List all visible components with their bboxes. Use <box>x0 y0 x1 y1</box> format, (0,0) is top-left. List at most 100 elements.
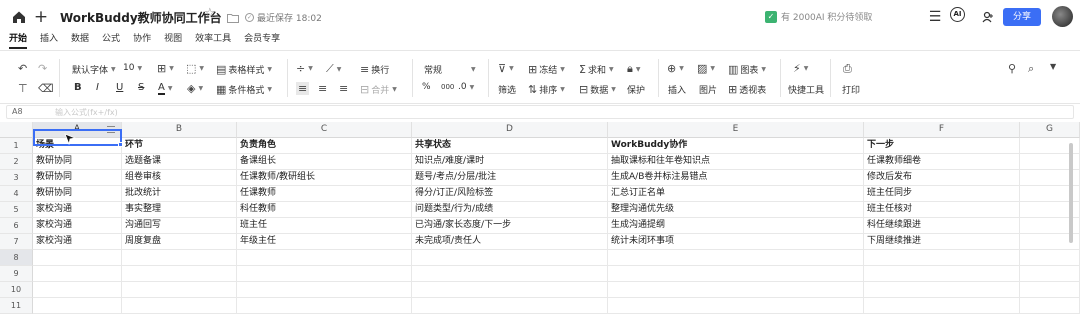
filter-label[interactable]: 筛选 <box>498 83 516 96</box>
table-cell[interactable]: 问题类型/行为/成绩 <box>412 202 608 218</box>
table-cell[interactable]: 修改后发布 <box>864 170 1020 186</box>
insert-plus-icon[interactable]: ⊕ ▼ <box>667 62 684 75</box>
align-vertical-icon[interactable]: ÷ ▼ <box>296 62 313 75</box>
ai-credits-promo[interactable]: ✓ 有 2000AI 积分待领取 <box>765 10 872 23</box>
thousands-separator-button[interactable]: 000 <box>441 83 454 91</box>
underline-button[interactable]: U <box>116 82 123 93</box>
table-cell[interactable]: 未完成项/责任人 <box>412 234 608 250</box>
italic-button[interactable]: I <box>96 82 99 93</box>
formula-input[interactable]: 输入公式(fx+/fx) <box>55 107 118 118</box>
column-header-f[interactable]: F <box>864 122 1020 138</box>
table-cell[interactable] <box>1020 298 1080 314</box>
row-header[interactable]: 9 <box>0 266 33 282</box>
row-header[interactable]: 4 <box>0 186 33 202</box>
table-cell[interactable]: 班主任 <box>237 218 412 234</box>
clear-format-icon[interactable]: ⌫ <box>38 82 54 95</box>
tab-insert[interactable]: 插入 <box>40 33 58 50</box>
table-cell[interactable]: 批改统计 <box>122 186 237 202</box>
tab-member[interactable]: 会员专享 <box>244 33 280 50</box>
table-cell[interactable] <box>122 298 237 314</box>
align-left-icon[interactable]: ≡ <box>296 82 310 95</box>
folder-icon[interactable] <box>222 7 244 29</box>
row-header[interactable]: 2 <box>0 154 33 170</box>
row-header[interactable]: 7 <box>0 234 33 250</box>
table-cell[interactable] <box>33 250 122 266</box>
table-cell[interactable]: 汇总订正名单 <box>608 186 864 202</box>
selected-cell-a8[interactable] <box>33 129 122 146</box>
table-cell[interactable]: 任课教师细卷 <box>864 154 1020 170</box>
conditional-format-button[interactable]: ▦ 条件格式 ▼ <box>216 83 272 96</box>
print-label[interactable]: 打印 <box>842 83 860 96</box>
table-cell[interactable]: 家校沟通 <box>33 234 122 250</box>
table-cell[interactable]: 科任继续跟进 <box>864 218 1020 234</box>
tab-efficiency-tools[interactable]: 效率工具 <box>195 33 231 50</box>
quick-tools-icon[interactable]: ⚡ ▼ <box>793 62 808 75</box>
borders-icon[interactable]: ⊞ ▼ <box>157 62 174 75</box>
table-cell[interactable]: 生成沟通提纲 <box>608 218 864 234</box>
header-cell[interactable]: 共享状态 <box>412 138 608 154</box>
star-icon[interactable]: ☆ <box>204 6 216 21</box>
row-header[interactable]: 11 <box>0 298 33 314</box>
tab-view[interactable]: 视图 <box>164 33 182 50</box>
table-cell[interactable]: 班主任同步 <box>864 186 1020 202</box>
table-cell[interactable] <box>1020 282 1080 298</box>
table-cell[interactable] <box>1020 266 1080 282</box>
table-cell[interactable] <box>864 250 1020 266</box>
column-header-b[interactable]: B <box>122 122 237 138</box>
tab-formula[interactable]: 公式 <box>102 33 120 50</box>
tab-data[interactable]: 数据 <box>71 33 89 50</box>
strikethrough-button[interactable]: S <box>138 82 144 93</box>
wrap-text-button[interactable]: ≡ 换行 <box>360 63 389 76</box>
table-cell[interactable] <box>237 250 412 266</box>
ai-assistant-icon[interactable]: AI <box>950 7 965 22</box>
table-cell[interactable]: 题号/考点/分层/批注 <box>412 170 608 186</box>
table-cell[interactable]: 班主任核对 <box>864 202 1020 218</box>
table-cell[interactable]: 已沟通/家长态度/下一步 <box>412 218 608 234</box>
collapse-ribbon-icon[interactable]: ▼ <box>1050 62 1056 71</box>
print-icon[interactable]: ⎙ <box>843 62 852 76</box>
table-cell[interactable] <box>864 266 1020 282</box>
select-all-corner[interactable] <box>0 122 33 138</box>
data-button[interactable]: ⊟ 数据 ▼ <box>579 83 616 96</box>
font-size-select[interactable]: 10 ▼ <box>123 63 142 73</box>
table-cell[interactable] <box>864 298 1020 314</box>
table-cell[interactable]: 知识点/难度/课时 <box>412 154 608 170</box>
vertical-scrollbar[interactable] <box>1069 143 1073 243</box>
table-cell[interactable]: 年级主任 <box>237 234 412 250</box>
align-right-icon[interactable]: ≡ <box>339 82 348 95</box>
column-header-e[interactable]: E <box>608 122 864 138</box>
table-cell[interactable] <box>608 282 864 298</box>
table-cell[interactable]: 任课教师 <box>237 186 412 202</box>
protect-lock-icon[interactable]: 🔒︎ ▼ <box>627 62 640 76</box>
table-cell[interactable]: 备课组长 <box>237 154 412 170</box>
table-cell[interactable] <box>864 282 1020 298</box>
user-avatar[interactable] <box>1052 6 1073 27</box>
protect-label[interactable]: 保护 <box>627 83 645 96</box>
menu-icon[interactable]: ☰ <box>924 6 946 28</box>
bold-button[interactable]: B <box>74 82 82 93</box>
merge-button[interactable]: ⊟ 合并 ▼ <box>360 83 397 96</box>
search-icon[interactable]: ⌕ <box>1028 62 1034 76</box>
tab-collaborate[interactable]: 协作 <box>133 33 151 50</box>
row-header[interactable]: 1 <box>0 138 33 154</box>
number-format-select[interactable]: 常规 ▼ <box>424 63 476 76</box>
table-cell[interactable]: 教研协同 <box>33 186 122 202</box>
format-brush-icon[interactable]: ⊤ <box>18 82 28 95</box>
table-cell[interactable]: 下周继续推进 <box>864 234 1020 250</box>
header-cell[interactable]: 负责角色 <box>237 138 412 154</box>
percent-button[interactable]: % <box>422 82 431 92</box>
table-cell[interactable] <box>33 282 122 298</box>
chart-button[interactable]: ▥ 图表 ▼ <box>728 63 766 76</box>
table-cell[interactable]: 教研协同 <box>33 170 122 186</box>
table-cell[interactable] <box>1020 250 1080 266</box>
table-cell[interactable]: 任课教师/教研组长 <box>237 170 412 186</box>
table-cell[interactable] <box>608 298 864 314</box>
table-cell[interactable]: 教研协同 <box>33 154 122 170</box>
table-cell[interactable]: 家校沟通 <box>33 218 122 234</box>
header-cell[interactable]: 环节 <box>122 138 237 154</box>
table-cell[interactable] <box>33 298 122 314</box>
new-tab-plus-icon[interactable]: + <box>30 6 52 28</box>
formula-bar[interactable]: A8 输入公式(fx+/fx) <box>6 105 1074 119</box>
redo-icon[interactable]: ↷ <box>38 62 47 75</box>
table-cell[interactable]: 事实整理 <box>122 202 237 218</box>
